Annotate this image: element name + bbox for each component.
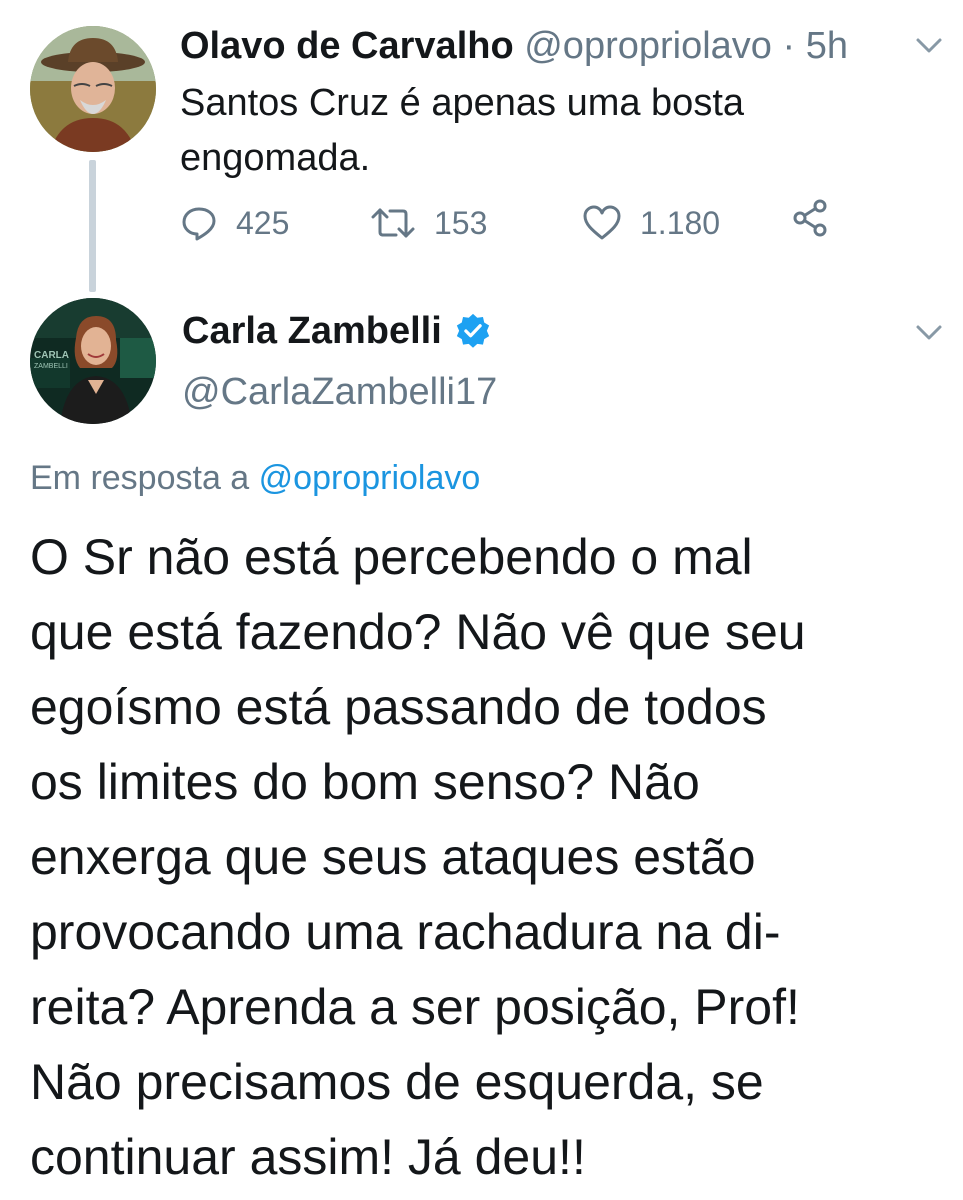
author-handle[interactable]: @CarlaZambelli17 — [182, 368, 497, 416]
separator-dot: · — [782, 25, 796, 67]
reply-prefix: Em resposta a — [30, 459, 250, 497]
chevron-down-icon[interactable] — [914, 323, 944, 343]
svg-text:CARLA: CARLA — [34, 350, 69, 361]
avatar-olavo[interactable] — [30, 26, 156, 152]
tweet-text-line: continuar assim! Já deu!! — [30, 1129, 586, 1185]
svg-text:ZAMBELLI: ZAMBELLI — [34, 363, 68, 370]
reply-context: Em resposta a @opropriolavo — [30, 456, 480, 500]
tweet-text: Santos Cruz é apenas uma bosta engomada. — [180, 82, 745, 179]
tweet1-header: Olavo de Carvalho @opropriolavo · 5h — [180, 22, 848, 70]
author-name[interactable]: Carla Zambelli — [182, 307, 442, 355]
retweet-button[interactable]: 153 — [370, 198, 487, 248]
reply-button[interactable]: 425 — [180, 198, 289, 248]
tweet-text-line: que está fazendo? Não vê que seu — [30, 604, 806, 660]
reply-handle-link[interactable]: @opropriolavo — [259, 459, 481, 497]
share-icon — [793, 199, 827, 237]
like-button[interactable]: 1.180 — [582, 198, 720, 248]
avatar-carla[interactable]: CARLA ZAMBELLI — [30, 298, 156, 424]
reply-count: 425 — [236, 205, 290, 241]
retweet-count: 153 — [434, 205, 488, 241]
chevron-down-icon[interactable] — [914, 36, 944, 56]
retweet-icon — [371, 208, 415, 238]
tweet-text-line: Não precisamos de esquerda, se — [30, 1054, 764, 1110]
reply-icon — [182, 207, 216, 241]
tweet-text-line: O Sr não está percebendo o mal — [30, 529, 753, 585]
share-button[interactable] — [790, 198, 848, 238]
tweet-text-line: os limites do bom senso? Não — [30, 754, 700, 810]
tweet2-author: Carla Zambelli — [182, 307, 492, 355]
tweet-text: O Sr não está percebendo o mal que está … — [30, 520, 955, 1195]
tweet-text-line: enxerga que seus ataques estão — [30, 829, 756, 885]
author-name[interactable]: Olavo de Carvalho — [180, 25, 514, 67]
verified-badge-icon — [456, 313, 489, 348]
tweet-text-line: reita? Aprenda a ser posição, Prof! — [30, 979, 800, 1035]
tweet-text-line: egoísmo está passando de todos — [30, 679, 767, 735]
author-handle[interactable]: @opropriolavo — [524, 25, 772, 67]
heart-icon — [583, 205, 621, 240]
tweet-text-line: provocando uma rachadura na di- — [30, 904, 781, 960]
thread-connector-line — [89, 160, 96, 292]
like-count: 1.180 — [640, 205, 721, 241]
tweet-timestamp[interactable]: 5h — [806, 25, 848, 67]
